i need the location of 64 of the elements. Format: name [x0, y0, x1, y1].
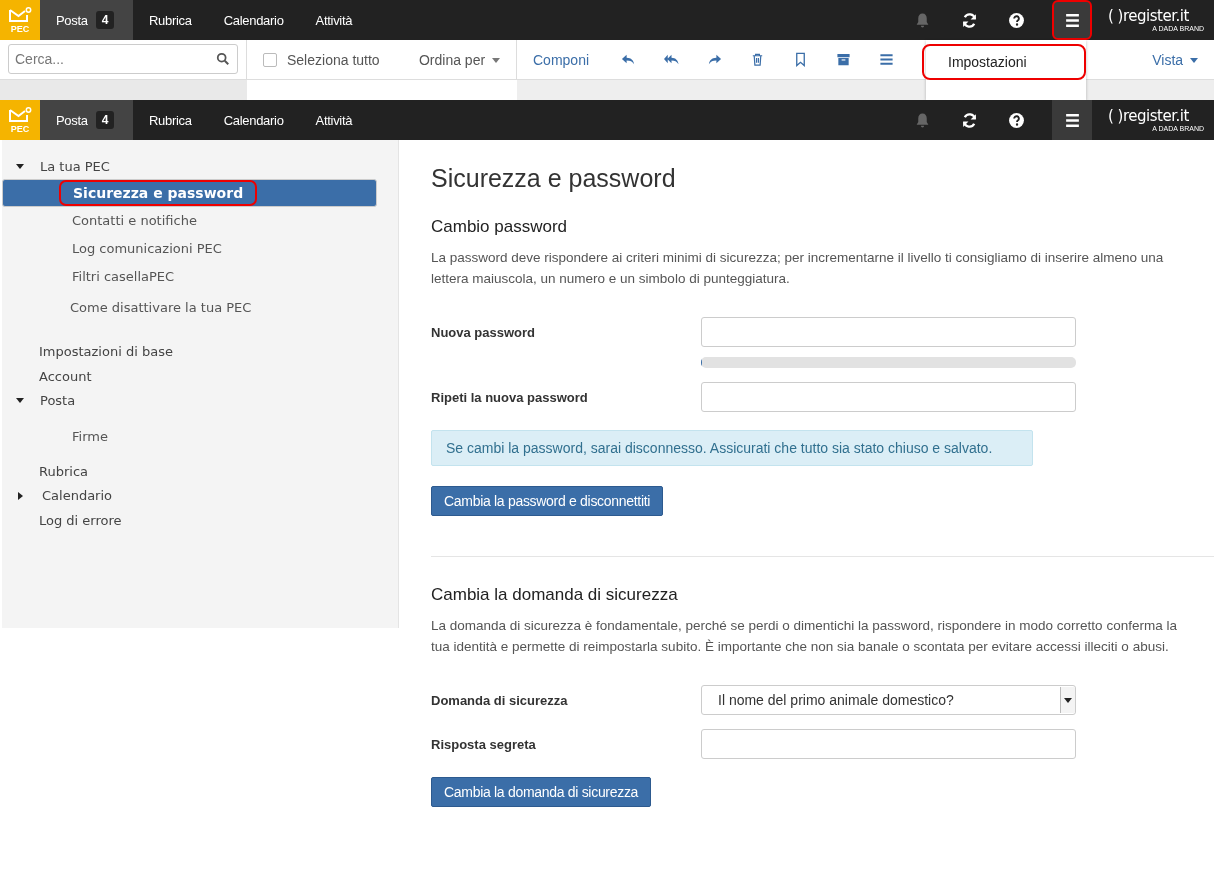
- page-title: Sicurezza e password: [431, 164, 677, 193]
- refresh-icon[interactable]: [961, 111, 978, 129]
- field-label: Nuova password: [431, 324, 537, 342]
- caret-icon[interactable]: [18, 491, 23, 500]
- pec-logo: PEC: [0, 100, 40, 140]
- archive-icon[interactable]: [836, 52, 852, 67]
- nav-tab[interactable]: Attività: [299, 100, 369, 140]
- help-icon[interactable]: [1008, 111, 1025, 129]
- sidebar-item[interactable]: Firme: [58, 423, 122, 449]
- sidebar-item[interactable]: La tua PEC: [2, 154, 398, 179]
- refresh-icon[interactable]: [961, 11, 978, 29]
- bell-icon[interactable]: [914, 111, 931, 129]
- select-all-checkbox[interactable]: [263, 52, 277, 67]
- caret-icon[interactable]: [16, 163, 24, 169]
- section-heading: Cambio password: [431, 217, 569, 237]
- nav-tab[interactable]: Calendario: [207, 100, 300, 140]
- section-description: La domanda di sicurezza è fondamentale, perché se perdi o dimentichi la password, rispondere in modo corretto conferma la tua identità e permette di reimpostarla subito. È importante che non sia banale o scontata per evitare accessi illeciti o abusi.: [431, 617, 1178, 656]
- sidebar-item[interactable]: Rubrica: [2, 459, 398, 484]
- bell-icon[interactable]: [914, 11, 931, 29]
- sidebar-item[interactable]: Contatti e notifiche: [58, 208, 211, 233]
- sort-dropdown[interactable]: Ordina per: [418, 51, 500, 68]
- menu-button[interactable]: [1052, 0, 1092, 40]
- count-badge: 4: [95, 11, 115, 29]
- menu-button[interactable]: [1052, 100, 1092, 140]
- nav-tab[interactable]: Calendario: [207, 0, 300, 40]
- nav-tab[interactable]: Posta 4: [40, 100, 133, 140]
- section-heading: Cambia la domanda di sicurezza: [431, 585, 679, 605]
- sidebar-item[interactable]: Come disattivare la tua PEC: [56, 295, 266, 320]
- count-badge: 4: [95, 111, 115, 129]
- compose-link[interactable]: Componi: [533, 51, 590, 68]
- input-field[interactable]: [701, 729, 1076, 759]
- search-icon: [216, 52, 230, 66]
- password-field[interactable]: [701, 382, 1076, 412]
- field-label: Domanda di sicurezza: [431, 692, 569, 710]
- menu-icon[interactable]: [1063, 11, 1081, 29]
- menu-icon[interactable]: [1063, 111, 1081, 129]
- sidebar-item[interactable]: Posta: [2, 388, 398, 413]
- sidebar-item[interactable]: Calendario: [2, 483, 398, 508]
- password-field[interactable]: [701, 317, 1076, 347]
- info-alert: Se cambi la password, sarai disconnesso. Assicurati che tutto sia stato chiuso e salvato.: [431, 430, 1033, 466]
- sidebar-item[interactable]: Sicurezza e password: [59, 179, 258, 206]
- list-icon[interactable]: [879, 52, 895, 67]
- search-field[interactable]: Cerca...: [8, 44, 238, 74]
- select-field[interactable]: Il nome del primo animale domestico?: [701, 685, 1076, 715]
- field-label: Ripeti la nuova password: [431, 389, 589, 407]
- nav-tab[interactable]: Posta 4: [40, 0, 133, 40]
- nav-tab[interactable]: Rubrica: [133, 0, 208, 40]
- nav-tab[interactable]: Rubrica: [133, 100, 208, 140]
- sidebar-item[interactable]: Account: [2, 364, 398, 389]
- menu-item[interactable]: Impostazioni: [922, 44, 1086, 80]
- caret-icon[interactable]: [16, 398, 24, 404]
- field-label: Risposta segreta: [431, 736, 537, 754]
- pec-logo: PEC: [0, 0, 40, 40]
- help-icon[interactable]: [1008, 11, 1025, 29]
- sidebar-item[interactable]: Log di errore: [2, 508, 398, 533]
- view-dropdown[interactable]: Vista: [1152, 51, 1198, 68]
- submit-button[interactable]: Cambia la password e disconnettiti: [431, 486, 664, 516]
- sidebar-item[interactable]: Log comunicazioni PEC: [58, 236, 236, 261]
- submit-button[interactable]: Cambia la domanda di sicurezza: [431, 777, 652, 807]
- section-description: La password deve rispondere ai criteri minimi di sicurezza; per incrementarne il livello ti consigliamo di inserire almeno una lettera maiuscola, un numero e un simbolo di punteggiatura.: [431, 249, 1165, 288]
- sidebar-item[interactable]: Filtri casellaPEC: [58, 264, 189, 289]
- select-all-label[interactable]: Seleziona tutto: [287, 51, 380, 68]
- sidebar-item[interactable]: Impostazioni di base: [2, 339, 398, 364]
- nav-tab[interactable]: Attività: [299, 0, 369, 40]
